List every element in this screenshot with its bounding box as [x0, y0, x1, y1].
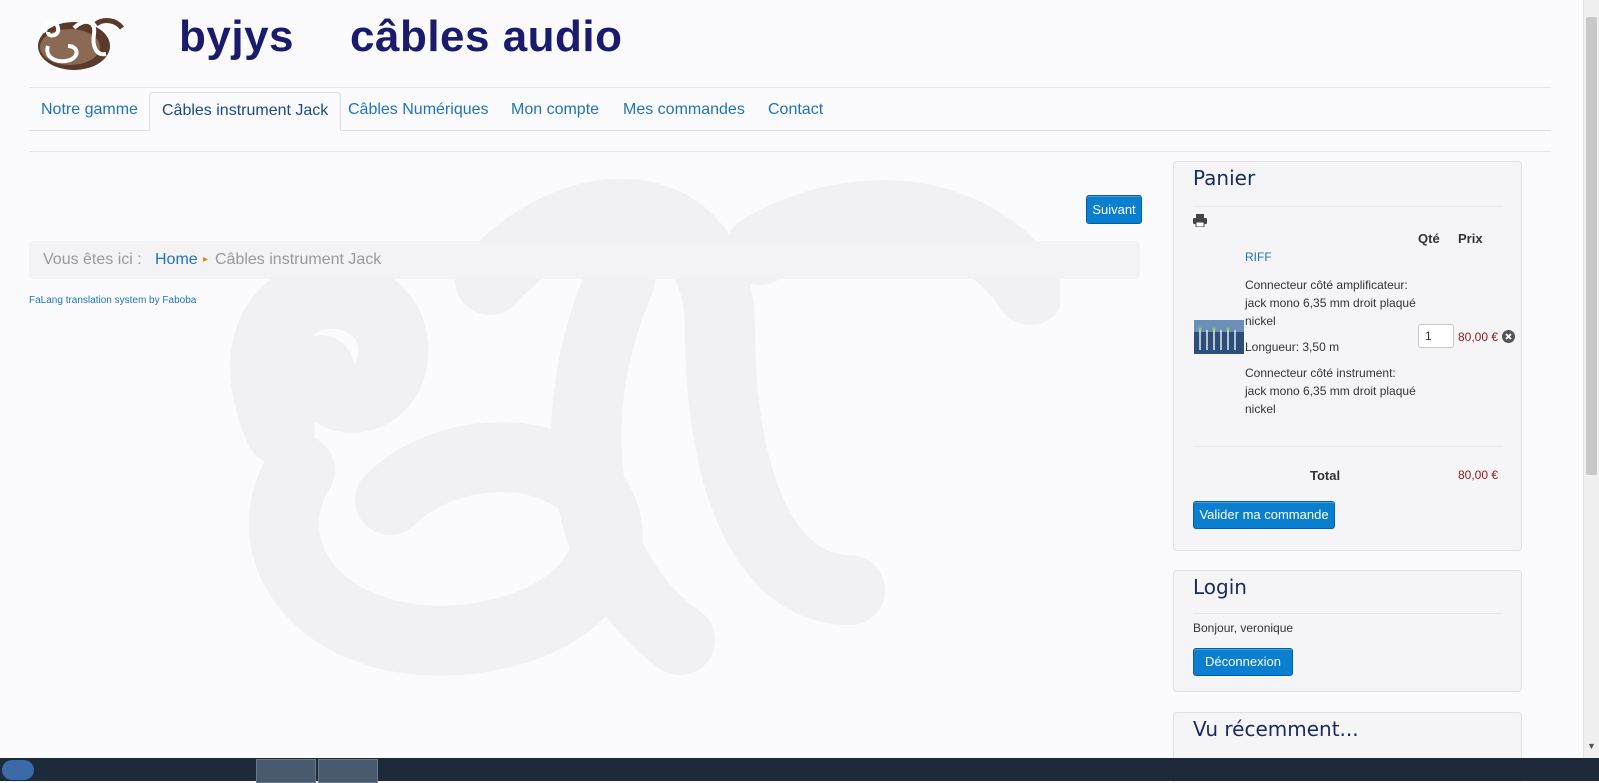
- product-thumbnail[interactable]: [1194, 320, 1244, 354]
- page: byjys câbles audio Notre gamme Câbles in…: [29, 0, 1551, 782]
- falang-credit-link[interactable]: FaLang translation system by Faboba: [29, 295, 196, 306]
- cart-column-qty: Qté: [1418, 231, 1440, 246]
- cart-title: Panier: [1193, 166, 1256, 190]
- remove-item-icon[interactable]: [1502, 330, 1515, 343]
- nav-item-mon-compte[interactable]: Mon compte: [499, 92, 611, 128]
- login-greeting: Bonjour, veronique: [1193, 621, 1294, 635]
- cart-total-divider: [1193, 446, 1502, 447]
- print-icon[interactable]: [1193, 214, 1207, 227]
- breadcrumb-current: Câbles instrument Jack: [215, 251, 382, 268]
- quantity-input[interactable]: [1418, 324, 1454, 348]
- cart-total-value: 80,00 €: [1458, 468, 1499, 482]
- scrollbar-thumb[interactable]: [1586, 17, 1597, 475]
- brand-tagline: câbles audio: [350, 12, 623, 61]
- cart-product-price: 80,00 €: [1458, 330, 1499, 344]
- byjys-logo[interactable]: [34, 14, 124, 72]
- nav-item-cables-numeriques[interactable]: Câbles Numériques: [336, 92, 501, 128]
- nav-item-contact[interactable]: Contact: [756, 92, 835, 128]
- brand-name: byjys: [179, 12, 295, 61]
- nav-item-mes-commandes[interactable]: Mes commandes: [611, 92, 757, 128]
- nav-item-cables-instrument-jack[interactable]: Câbles instrument Jack: [149, 92, 342, 131]
- login-title-divider: [1193, 613, 1502, 614]
- scroll-down-icon[interactable]: ▼: [1587, 741, 1596, 751]
- breadcrumb-home-link[interactable]: Home: [155, 241, 198, 279]
- login-title: Login: [1193, 575, 1247, 599]
- recently-viewed-title: Vu récemment...: [1193, 717, 1359, 741]
- cart-product-name[interactable]: RIFF: [1245, 250, 1272, 264]
- cart-title-divider: [1193, 206, 1502, 207]
- breadcrumb: Vous êtes ici : Home ▸ Câbles instrument…: [29, 241, 1140, 279]
- taskbar-app-icon[interactable]: [256, 759, 316, 783]
- start-button-icon[interactable]: [2, 760, 34, 780]
- cart-product-option: Longueur: 3,50 m: [1245, 340, 1340, 354]
- cart-total-label: Total: [1310, 468, 1341, 483]
- cart-product-option: Connecteur côté instrument: jack mono 6,…: [1245, 366, 1416, 416]
- cart-column-price: Prix: [1458, 231, 1483, 246]
- nav-item-notre-gamme[interactable]: Notre gamme: [29, 92, 150, 128]
- main-nav: Notre gamme Câbles instrument Jack Câble…: [29, 92, 1551, 131]
- logout-button[interactable]: Déconnexion: [1193, 648, 1293, 676]
- header-divider: [29, 87, 1551, 88]
- content-divider: [29, 151, 1551, 152]
- page-scrollbar[interactable]: ▼: [1583, 0, 1599, 758]
- breadcrumb-label: Vous êtes ici :: [43, 251, 142, 268]
- os-taskbar: [0, 758, 1599, 783]
- cart-module: Panier Qté Prix RIFF Connecteur côté amp…: [1173, 161, 1522, 551]
- validate-order-button[interactable]: Valider ma commande: [1193, 501, 1335, 529]
- taskbar-app-icon[interactable]: [318, 759, 378, 783]
- breadcrumb-separator-icon: ▸: [203, 254, 209, 265]
- login-module: Login Bonjour, veronique Déconnexion: [1173, 570, 1522, 692]
- cart-product-option: Connecteur côté amplificateur: jack mono…: [1245, 278, 1416, 328]
- next-button[interactable]: Suivant: [1086, 195, 1142, 224]
